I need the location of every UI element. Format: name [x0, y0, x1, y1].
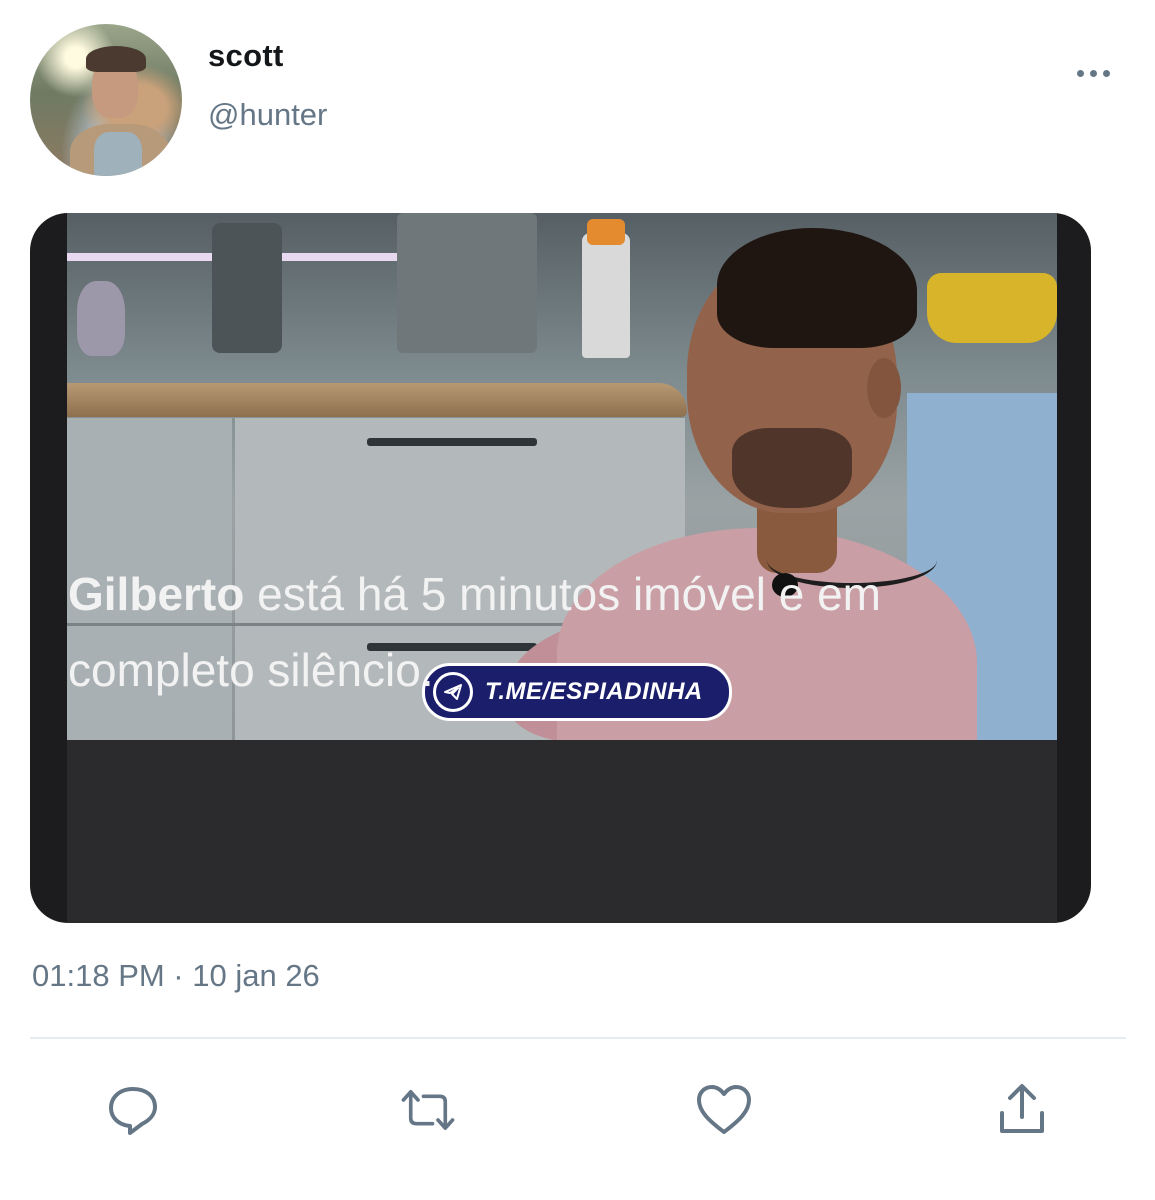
retweet-button[interactable] — [398, 1080, 458, 1140]
speech-bubble-icon — [109, 1087, 157, 1135]
author-display-name[interactable]: scott — [208, 38, 284, 74]
divider — [30, 1037, 1126, 1039]
heart-icon — [697, 1085, 751, 1134]
like-button[interactable] — [694, 1080, 754, 1140]
caption-name: Gilberto — [68, 568, 245, 620]
retweet-arrows-icon — [401, 1090, 455, 1130]
caption-box — [67, 740, 1057, 923]
tweet-timestamp[interactable]: 01:18 PM · 10 jan 26 — [32, 958, 320, 994]
avatar[interactable] — [30, 24, 182, 176]
share-upload-icon — [1000, 1084, 1044, 1133]
reply-button[interactable] — [103, 1080, 163, 1140]
share-button[interactable] — [992, 1080, 1052, 1140]
author-handle[interactable]: @hunter — [208, 97, 327, 133]
more-options-icon[interactable] — [1068, 60, 1118, 86]
media-caption: Gilberto está há 5 minutos imóvel e em c… — [68, 556, 1008, 708]
